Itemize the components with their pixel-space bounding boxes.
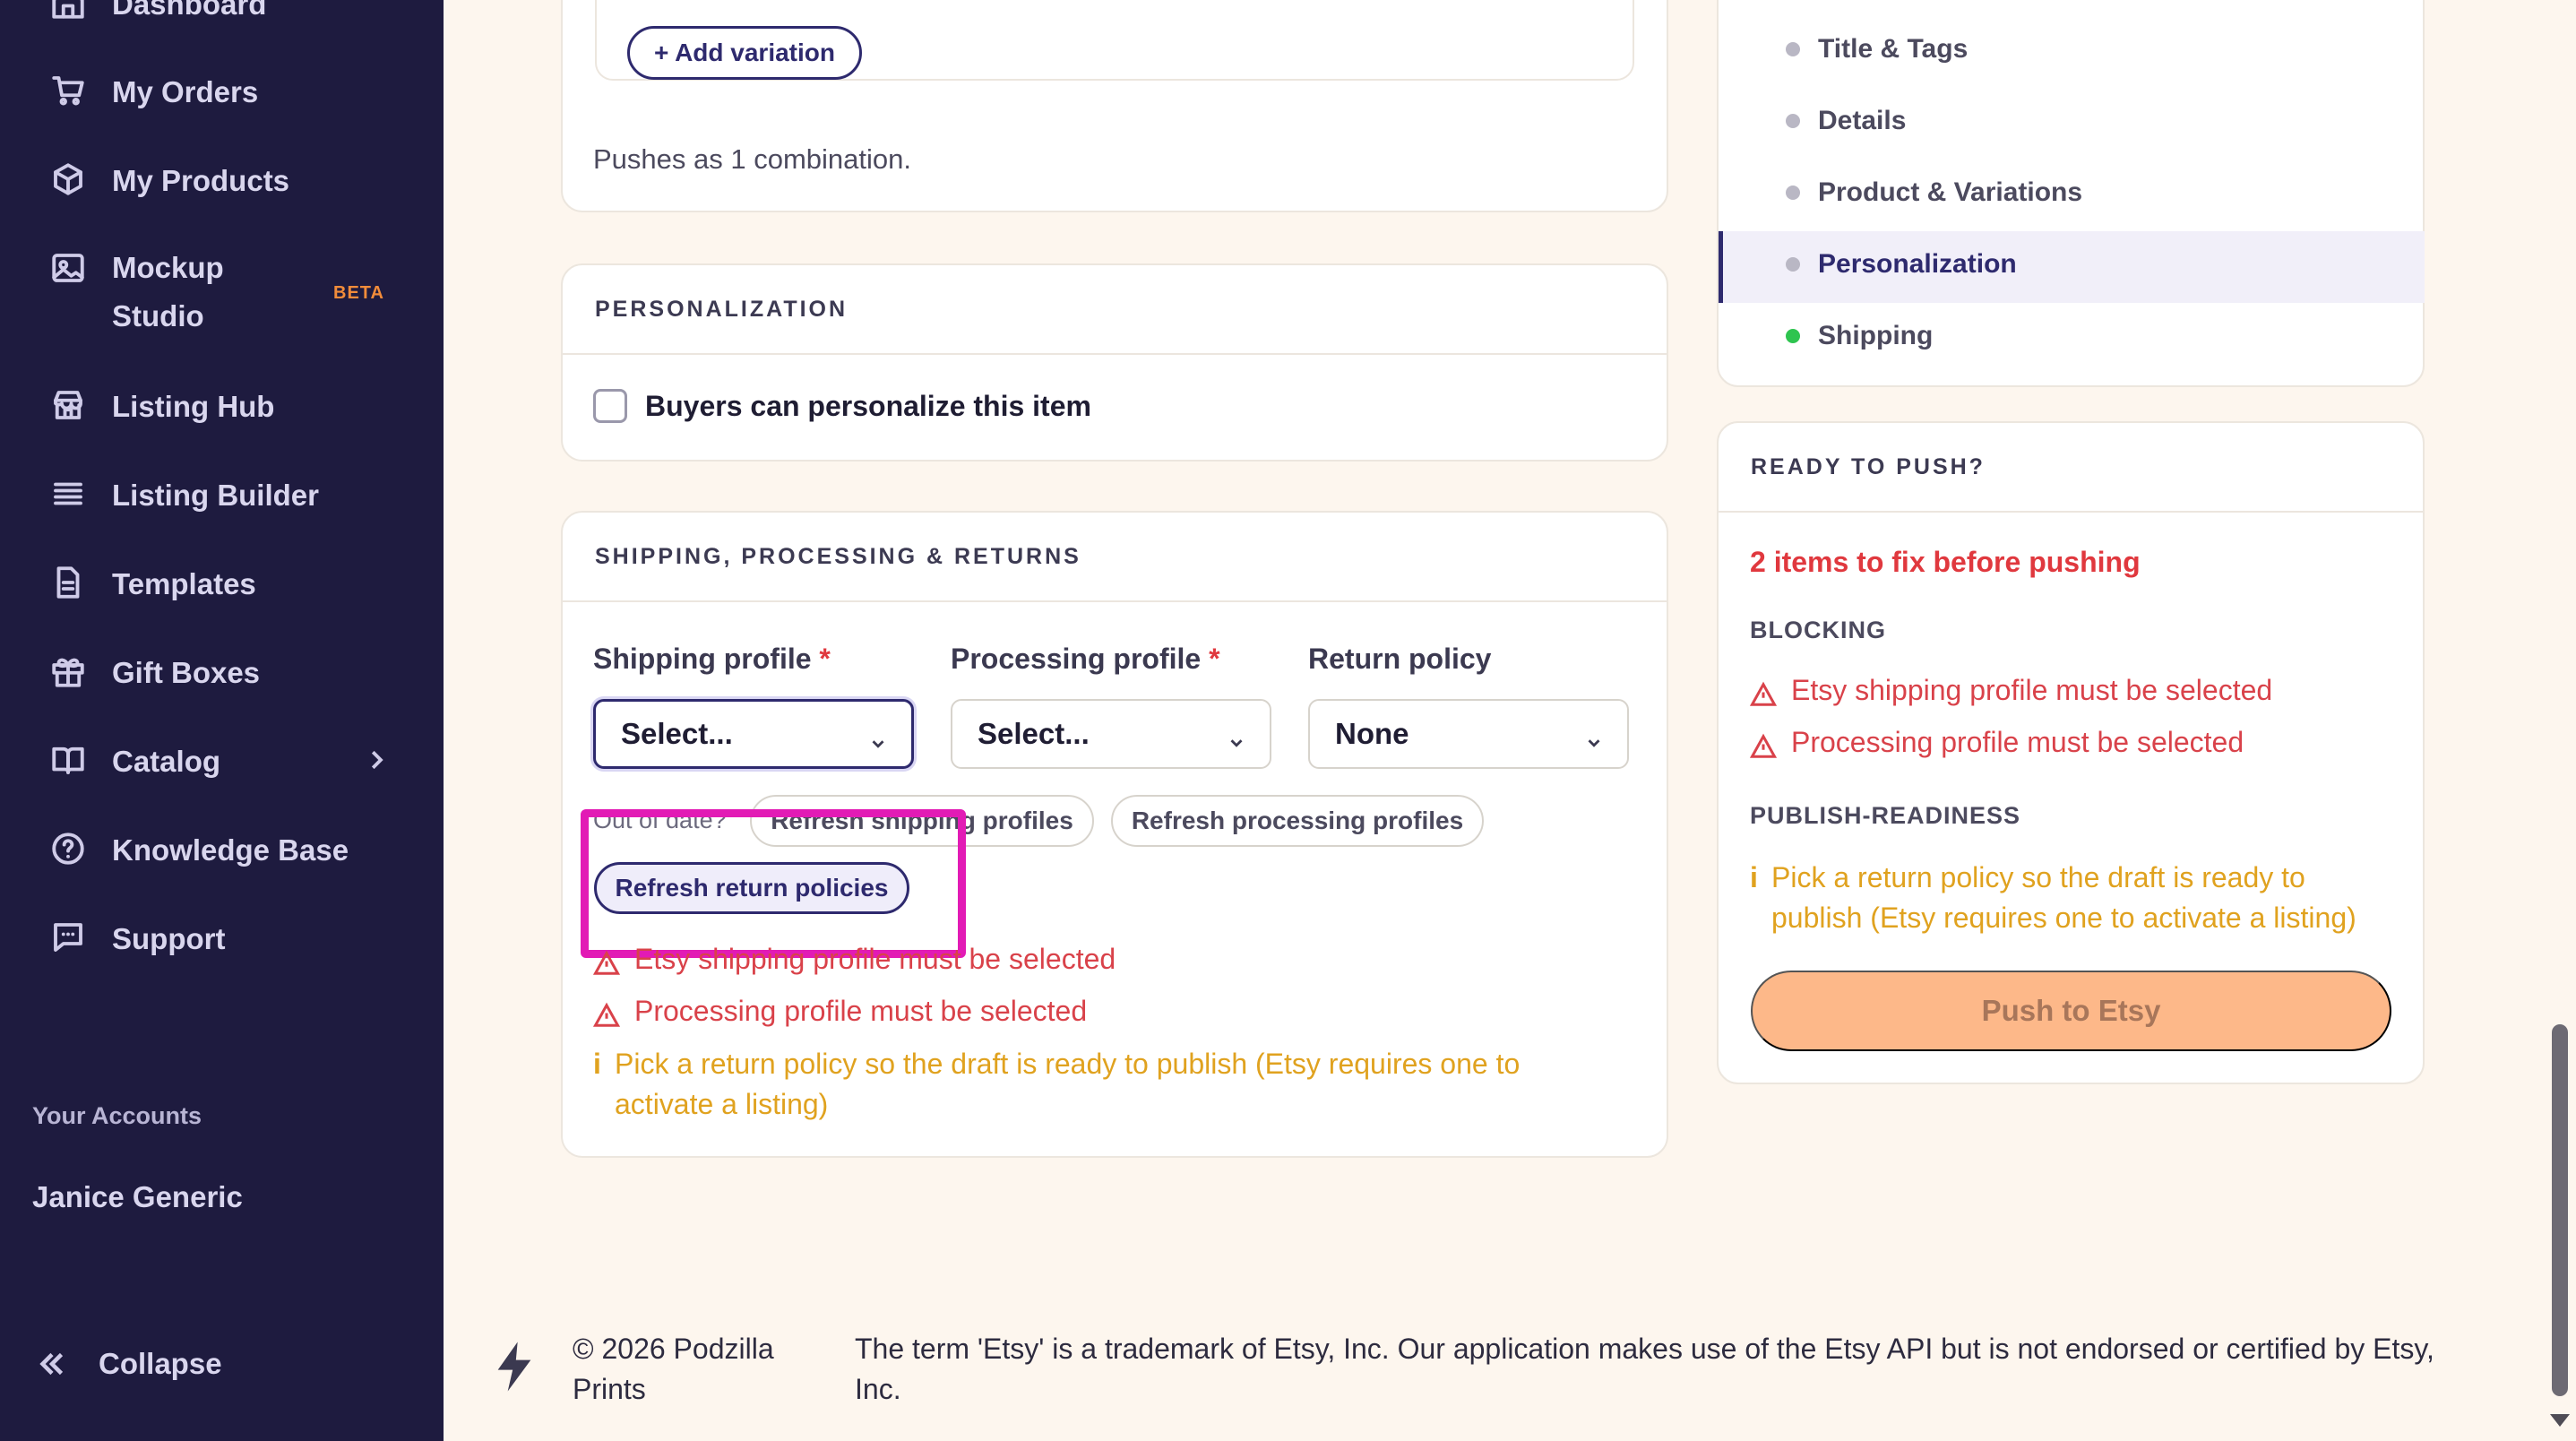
store-icon (49, 386, 87, 424)
sidebar-item-label: My Products (112, 164, 290, 197)
account-item[interactable]: Janice Generic (32, 1180, 243, 1214)
sidebar-item-label: Listing Builder (112, 479, 319, 512)
toc-item-product-variations[interactable]: Product & Variations (1786, 177, 2082, 208)
return-policy-warning: i Pick a return policy so the draft is r… (593, 1044, 1624, 1129)
sidebar-item-label: Knowledge Base (112, 833, 349, 867)
blocking-item: Processing profile must be selected (1750, 726, 2244, 760)
sidebar-item-listing-builder[interactable]: Listing Builder (49, 479, 319, 513)
readiness-warning: i Pick a return policy so the draft is r… (1750, 858, 2395, 943)
footer-copyright: © 2026 Podzilla Prints (573, 1333, 774, 1405)
sidebar-item-label: Listing Hub (112, 390, 275, 423)
gift-icon (49, 652, 87, 690)
chevron-right-icon[interactable] (363, 746, 390, 773)
add-variation-button[interactable]: + Add variation (627, 26, 862, 80)
sidebar-item-listing-hub[interactable]: Listing Hub (49, 390, 274, 424)
home-icon (49, 0, 87, 22)
chevron-down-icon (1227, 726, 1246, 747)
publish-readiness-label: PUBLISH-READINESS (1750, 802, 2021, 829)
return-policy-label: Return policy (1308, 643, 1492, 675)
document-icon (49, 564, 87, 601)
warning-triangle-icon (593, 1002, 620, 1027)
toc-item-details[interactable]: Details (1786, 106, 1906, 136)
chat-icon (49, 919, 87, 956)
processing-profile-label: Processing profile * (951, 643, 1220, 675)
toc-item-title-tags[interactable]: Title & Tags (1786, 34, 1968, 65)
collapse-button[interactable]: Collapse (36, 1347, 222, 1381)
sidebar-item-label: Support (112, 922, 226, 955)
sidebar-item-dashboard[interactable]: Dashboard (49, 0, 266, 22)
sidebar-item-label: My Orders (112, 75, 259, 108)
scrollbar-thumb[interactable] (2552, 1024, 2568, 1396)
book-icon (49, 741, 87, 779)
sidebar-item-templates[interactable]: Templates (49, 564, 256, 601)
shipping-profile-select[interactable]: Select... (593, 699, 914, 769)
sidebar-item-label: Mockup (112, 251, 224, 284)
processing-profile-value: Select... (978, 717, 1090, 750)
help-circle-icon (49, 830, 87, 867)
warning-triangle-icon (1750, 733, 1777, 758)
warning-triangle-icon (593, 950, 620, 975)
sidebar-item-support[interactable]: Support (49, 922, 225, 956)
accounts-heading: Your Accounts (32, 1102, 202, 1129)
blocking-label: BLOCKING (1750, 617, 1886, 643)
scroll-down-arrow[interactable] (2550, 1414, 2570, 1427)
sidebar-item-my-products[interactable]: My Products (49, 163, 290, 198)
personalization-card: PERSONALIZATION (561, 263, 1668, 462)
cart-icon (49, 72, 87, 109)
blocking-item: Etsy shipping profile must be selected (1750, 674, 2272, 708)
sidebar-item-catalog[interactable]: Catalog (49, 745, 220, 779)
sidebar-item-knowledge-base[interactable]: Knowledge Base (49, 833, 349, 867)
push-to-etsy-button[interactable]: Push to Etsy (1751, 971, 2391, 1051)
status-dot (1786, 257, 1800, 272)
sidebar-item-label: Catalog (112, 745, 221, 778)
toc-item-personalization[interactable]: Personalization (1786, 249, 2017, 280)
personalize-checkbox-label: Buyers can personalize this item (645, 390, 1091, 422)
personalize-checkbox[interactable] (593, 389, 627, 423)
chevron-down-icon (868, 727, 888, 748)
sidebar-item-my-orders[interactable]: My Orders (49, 75, 258, 109)
sidebar-item-label: Dashboard (112, 0, 267, 21)
ready-header: READY TO PUSH? (1719, 423, 2423, 513)
return-policy-select[interactable]: None (1308, 699, 1629, 769)
status-dot (1786, 114, 1800, 128)
chevron-down-icon (1584, 726, 1604, 747)
combination-note: Pushes as 1 combination. (593, 143, 911, 175)
sidebar-item-gift-boxes[interactable]: Gift Boxes (49, 656, 260, 690)
sidebar-item-label: Gift Boxes (112, 656, 261, 689)
list-icon (49, 475, 87, 513)
highlight-box (581, 809, 966, 958)
sidebar: Dashboard My Orders My Products Mockup S… (0, 0, 444, 1441)
collapse-label: Collapse (99, 1347, 222, 1380)
return-policy-value: None (1335, 717, 1409, 750)
info-icon: i (1750, 861, 1758, 893)
refresh-processing-profiles-button[interactable]: Refresh processing profiles (1111, 795, 1484, 847)
sidebar-item-mockup-studio[interactable]: Mockup Studio (49, 244, 224, 341)
processing-profile-select[interactable]: Select... (951, 699, 1271, 769)
sidebar-item-label: Templates (112, 567, 256, 600)
toc-item-shipping[interactable]: Shipping (1786, 321, 1933, 351)
shipping-profile-label: Shipping profile * (593, 643, 831, 675)
shipping-profile-value: Select... (621, 717, 733, 750)
sidebar-item-label: Studio (112, 299, 204, 332)
shipping-error: Etsy shipping profile must be selected (593, 943, 1116, 977)
image-icon (49, 249, 87, 287)
shipping-header: SHIPPING, PROCESSING & RETURNS (563, 513, 1667, 602)
status-dot (1786, 186, 1800, 200)
warning-triangle-icon (1750, 681, 1777, 706)
status-dot (1786, 329, 1800, 343)
status-dot (1786, 42, 1800, 56)
footer-disclaimer: The term 'Etsy' is a trademark of Etsy, … (855, 1333, 2434, 1405)
double-chevron-left-icon (39, 1352, 64, 1376)
info-icon: i (593, 1048, 601, 1080)
personalization-header: PERSONALIZATION (563, 265, 1667, 355)
beta-badge: BETA (333, 283, 384, 303)
fix-count: 2 items to fix before pushing (1750, 546, 2141, 578)
box-icon (49, 160, 87, 198)
lightning-icon (495, 1342, 534, 1392)
processing-error: Processing profile must be selected (593, 995, 1087, 1029)
